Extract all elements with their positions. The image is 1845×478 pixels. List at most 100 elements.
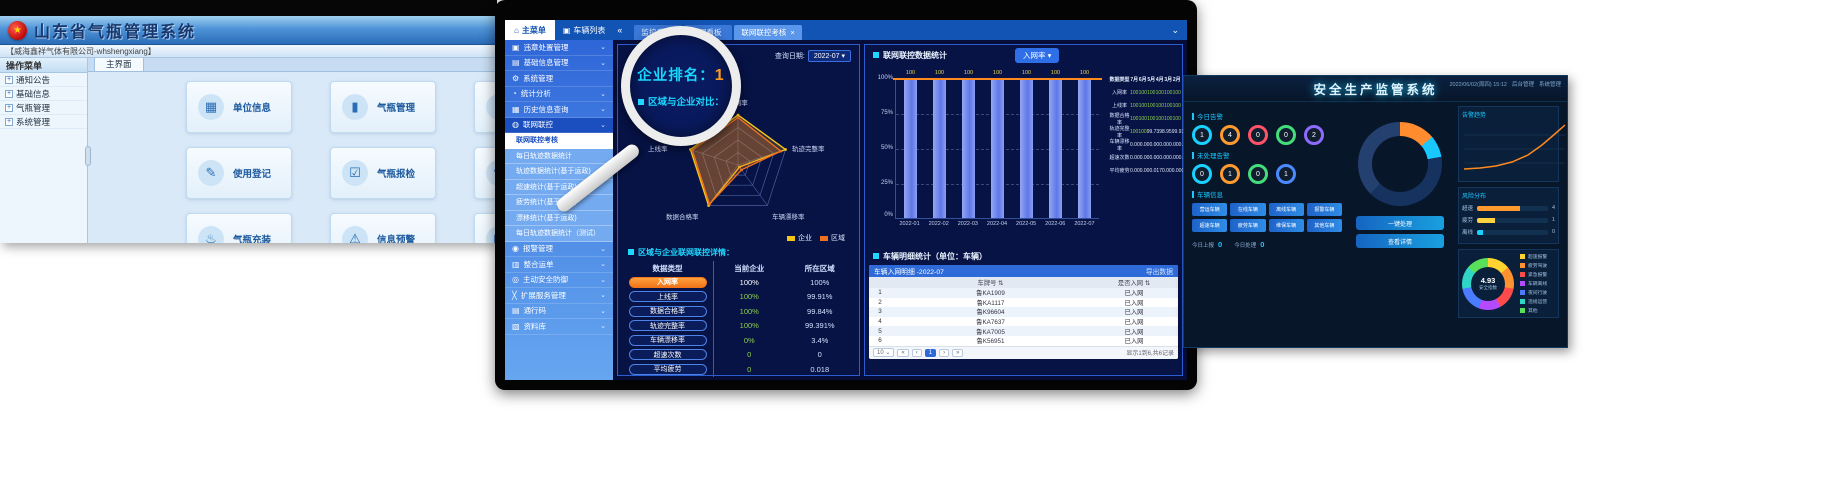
menu-item-icon: ▤	[512, 58, 520, 67]
vehicle-list-tab[interactable]: ▣ 车辆列表	[555, 25, 614, 36]
home-card[interactable]: ✎ 使用登记	[186, 147, 292, 199]
last-page-button[interactable]: »	[952, 349, 963, 357]
window-gas-cylinder-system: ★ 山东省气瓶管理系统 【威海鑫祥气体有限公司-whshengxiang】 操作…	[0, 0, 497, 243]
monthly-row-label: 轨迹完整率	[1109, 125, 1130, 139]
system-menu-label[interactable]: 系统管理	[1539, 80, 1561, 88]
home-card[interactable]: ▮ 气瓶管理	[330, 81, 436, 133]
expand-plus-icon[interactable]: +	[5, 104, 13, 112]
vehicle-filter-button[interactable]: 营运车辆	[1192, 203, 1227, 216]
expand-plus-icon[interactable]: +	[5, 90, 13, 98]
card-icon: ⚠	[342, 226, 368, 243]
menu-item-icon: ╳	[512, 291, 517, 300]
metric-button[interactable]: 车辆漂移率	[629, 335, 707, 346]
monthly-cell: 100	[1173, 116, 1182, 122]
compare-detail-table: 数据类型 当前企业 所在区域 入网率 100% 100	[622, 261, 855, 372]
metric-button[interactable]: 数据合格率	[629, 306, 707, 317]
first-page-button[interactable]: «	[897, 349, 908, 357]
sidebar-menu-item[interactable]: 每日轨迹数据统计（测试）	[505, 226, 613, 242]
home-card[interactable]: ◪	[474, 213, 497, 243]
next-page-button[interactable]: ›	[939, 349, 949, 357]
x-axis-label: 2022-03	[958, 221, 978, 227]
collapse-sidebar-icon[interactable]: «	[613, 25, 626, 35]
sidebar-menu-item[interactable]: ◎ 主动安全防御 ⌄	[505, 273, 613, 289]
vehicle-row[interactable]: 6 鲁K56951 已入网	[869, 336, 1178, 346]
sidebar-menu-item[interactable]: 每日轨迹数据统计	[505, 149, 613, 165]
vehicle-row[interactable]: 2 鲁KA1117 已入网	[869, 298, 1178, 308]
action-button[interactable]: 一键处理	[1356, 216, 1444, 230]
expand-plus-icon[interactable]: +	[5, 76, 13, 84]
card-label: 信息预警	[377, 232, 415, 243]
home-card[interactable]: ⚒	[474, 147, 497, 199]
vehicle-filter-button[interactable]: 疲劳车辆	[1230, 219, 1265, 232]
home-card[interactable]: ▦ 单位信息	[186, 81, 292, 133]
legend-item: 企业	[787, 233, 812, 243]
home-menu-tab[interactable]: ⌂ 主菜单	[505, 20, 555, 40]
sidebar-menu-item[interactable]: 漂移统计(基于运政)	[505, 211, 613, 227]
expand-plus-icon[interactable]: +	[5, 118, 13, 126]
vehicle-filter-button[interactable]: 在线车辆	[1230, 203, 1265, 216]
page-size-select[interactable]: 10 ⌄	[873, 348, 894, 357]
current-page[interactable]: 1	[925, 349, 936, 357]
vehicle-row[interactable]: 4 鲁KA7637 已入网	[869, 317, 1178, 327]
user-label[interactable]: 后台管理	[1512, 80, 1534, 88]
home-card[interactable]: ♨ 气瓶充装	[186, 213, 292, 243]
sidebar-menu-item[interactable]: ◍ 联网联控 ⌄	[505, 118, 613, 134]
sidebar-menu-item[interactable]: 联网联控考核	[505, 133, 613, 149]
sidebar-splitter-handle[interactable]	[85, 146, 91, 166]
sidebar-menu-item[interactable]: ⚙ 系统管理	[505, 71, 613, 87]
metric-select[interactable]: 入网率 ▾	[1015, 48, 1059, 63]
metric-button[interactable]: 入网率	[629, 277, 707, 288]
menu-item-label: 超速统计(基于运政)	[516, 182, 577, 192]
col-header-plate[interactable]: 车牌号 ⇅	[891, 278, 1090, 287]
vehicle-row[interactable]: 3 鲁K96604 已入网	[869, 307, 1178, 317]
vehicle-row[interactable]: 5 鲁KA7005 已入网	[869, 326, 1178, 336]
sidebar-menu-item[interactable]: ◔ 统计分析 ⌄	[505, 87, 613, 103]
sidebar-menu-item[interactable]: ◉ 报警管理 ⌄	[505, 242, 613, 258]
prev-page-button[interactable]: ‹	[912, 349, 922, 357]
page-canvas: ★ 山东省气瓶管理系统 【威海鑫祥气体有限公司-whshengxiang】 操作…	[0, 0, 1845, 478]
action-button[interactable]: 查看详情	[1356, 234, 1444, 248]
tab-close-icon[interactable]: ×	[790, 28, 794, 37]
export-data-link[interactable]: 导出数据	[1146, 266, 1173, 276]
y-axis-label: 0%	[870, 212, 893, 218]
monthly-cell: 100	[1130, 116, 1139, 122]
vehicle-row[interactable]: 1 鲁KA1909 已入网	[869, 288, 1178, 298]
monthly-col-header: 7月	[1130, 76, 1139, 83]
metric-button[interactable]: 平均疲劳	[629, 364, 707, 375]
company-value: 0	[714, 350, 785, 359]
col-header-status[interactable]: 是否入网 ⇅	[1090, 278, 1178, 287]
trend-title: 告警趋势	[1462, 110, 1555, 119]
metric-button[interactable]: 轨迹完整率	[629, 320, 707, 331]
sidebar-menu-item[interactable]: ▦ 历史信息查询 ⌄	[505, 102, 613, 118]
sidebar-item[interactable]: + 基础信息	[0, 87, 87, 101]
metric-button[interactable]: 超速次数	[629, 349, 707, 360]
vehicle-filter-button[interactable]: 维保车辆	[1269, 219, 1304, 232]
radar-axis-label: 轨迹完整率	[792, 143, 825, 153]
chevron-down-icon: ⌄	[600, 105, 606, 113]
vehicle-filter-button[interactable]: 其他车辆	[1307, 219, 1342, 232]
sidebar-menu-item[interactable]: ▤ 通行码 ⌄	[505, 304, 613, 320]
sidebar-menu-item[interactable]: ▥ 整合运单 ⌄	[505, 257, 613, 273]
sidebar-menu-item[interactable]: ▣ 违章处置管理 ⌄	[505, 40, 613, 56]
monthly-cell: 100	[1139, 116, 1148, 122]
metric-button[interactable]: 上线率	[629, 291, 707, 302]
chevron-down-icon: ⌄	[600, 121, 606, 129]
vehicle-filter-button[interactable]: 超速车辆	[1192, 219, 1227, 232]
tab-main[interactable]: 主界面	[94, 58, 144, 71]
chevron-down-icon[interactable]: ⌄	[1163, 25, 1187, 36]
sidebar-item[interactable]: + 系统管理	[0, 115, 87, 129]
dashboard-tab[interactable]: 联网联控考核 ×	[734, 25, 801, 40]
home-card[interactable]: ☑ 气瓶报检	[330, 147, 436, 199]
home-card[interactable]: ☺	[474, 81, 497, 133]
sidebar-menu-item[interactable]: ╳ 扩展服务管理 ⌄	[505, 288, 613, 304]
sidebar-item[interactable]: + 气瓶管理	[0, 101, 87, 115]
bar	[1049, 79, 1062, 218]
vehicle-filter-button[interactable]: 离线车辆	[1269, 203, 1304, 216]
home-card[interactable]: ⚠ 信息预警	[330, 213, 436, 243]
sidebar-menu-item[interactable]: ▤ 基础信息管理 ⌄	[505, 56, 613, 72]
company-value: 0%	[714, 336, 785, 345]
sidebar-menu-item[interactable]: ▧ 资料库 ⌄	[505, 319, 613, 335]
date-select[interactable]: 2022-07 ▾	[808, 50, 851, 62]
vehicle-filter-button[interactable]: 报警车辆	[1307, 203, 1342, 216]
sidebar-item[interactable]: + 通知公告	[0, 73, 87, 87]
